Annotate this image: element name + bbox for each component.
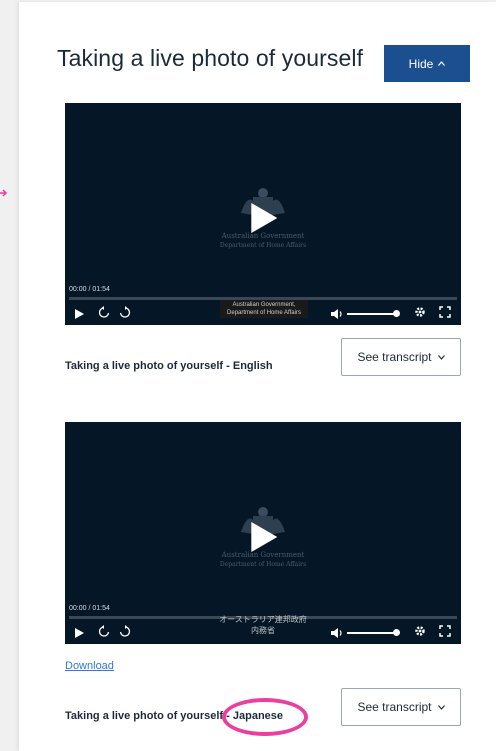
transcript-button-label: See transcript — [357, 350, 432, 364]
play-overlay-icon[interactable] — [251, 203, 278, 233]
settings-gear-icon[interactable] — [414, 306, 426, 318]
crest-line-1: Australian Government — [221, 551, 305, 559]
video-player-japanese[interactable]: Australian Government Department of Home… — [65, 422, 461, 644]
video-controls — [65, 625, 461, 641]
video-label-english: Taking a live photo of yourself - Englis… — [65, 360, 273, 372]
volume-icon[interactable] — [330, 308, 344, 320]
crest-line-2: Department of Home Affairs — [219, 561, 307, 568]
transcript-button-label: See transcript — [357, 700, 432, 714]
forward-10-icon[interactable] — [119, 306, 131, 319]
play-overlay-icon[interactable] — [251, 522, 278, 552]
rewind-10-icon[interactable] — [98, 625, 110, 638]
pointer-arrow-icon — [0, 189, 8, 197]
hide-button-label: Hide — [408, 56, 434, 71]
caption-line-1: オーストラリア連邦政府 — [219, 615, 307, 624]
volume-slider[interactable] — [347, 632, 395, 634]
volume-knob[interactable] — [393, 310, 400, 317]
chevron-up-icon — [438, 61, 446, 66]
rewind-10-icon[interactable] — [98, 306, 110, 319]
see-transcript-button-japanese[interactable]: See transcript — [341, 688, 461, 726]
play-icon[interactable] — [75, 309, 84, 319]
crest-line-2: Department of Home Affairs — [219, 242, 307, 249]
chevron-down-icon — [437, 704, 445, 710]
page-title: Taking a live photo of yourself — [57, 45, 364, 71]
see-transcript-button-english[interactable]: See transcript — [341, 338, 461, 376]
play-icon[interactable] — [75, 628, 84, 638]
crest-line-1: Australian Government — [221, 232, 305, 240]
video-time: 00:00 / 01:54 — [69, 286, 110, 293]
video-controls — [65, 306, 461, 322]
volume-icon[interactable] — [330, 627, 344, 639]
hide-button[interactable]: Hide — [384, 45, 470, 82]
fullscreen-icon[interactable] — [439, 625, 451, 637]
chevron-down-icon — [437, 354, 445, 360]
settings-gear-icon[interactable] — [414, 625, 426, 637]
fullscreen-icon[interactable] — [439, 306, 451, 318]
video-time: 00:00 / 01:54 — [69, 605, 110, 612]
volume-slider[interactable] — [347, 313, 395, 315]
video-player-english[interactable]: Australian Government Department of Home… — [65, 103, 461, 325]
forward-10-icon[interactable] — [119, 625, 131, 638]
download-link[interactable]: Download — [65, 660, 114, 672]
annotation-highlight-circle — [222, 698, 308, 736]
volume-knob[interactable] — [393, 629, 400, 636]
